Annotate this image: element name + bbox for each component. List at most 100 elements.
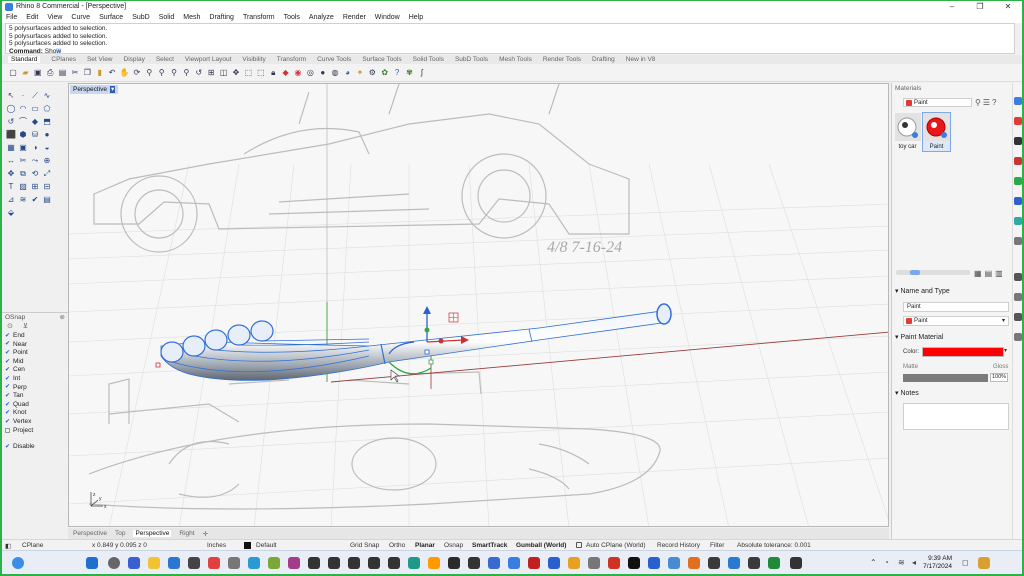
rectangle-icon[interactable]: ▭ (30, 104, 40, 114)
menu-mesh[interactable]: Mesh (183, 14, 200, 21)
copy-icon[interactable]: ❐ (82, 68, 92, 78)
join-icon[interactable]: ⊕ (42, 156, 52, 166)
search-icon[interactable]: ⚲ (975, 98, 983, 107)
script-icon[interactable]: ʃ (417, 68, 427, 78)
command-input-text[interactable]: Sho (45, 48, 57, 55)
thumbnail-size-slider[interactable] (896, 270, 970, 275)
copy-tool-icon[interactable]: ⧉ (18, 169, 28, 179)
materials-tab-icon[interactable] (1014, 117, 1022, 125)
properties-icon[interactable]: ▤ (42, 195, 52, 205)
tab-set-view[interactable]: Set View (87, 56, 113, 63)
viewport-title-tab[interactable]: Perspective ▾ (70, 85, 119, 94)
start-icon[interactable] (86, 557, 98, 569)
tab-standard[interactable]: Standard (8, 56, 41, 63)
display-tab-icon[interactable] (1014, 237, 1022, 245)
osnap-item-mid[interactable]: ✔ Mid (2, 358, 68, 367)
osnap-item-near[interactable]: ✔ Near (2, 341, 68, 350)
osnap-checkbox[interactable] (5, 428, 10, 434)
menu-help[interactable]: Help (409, 14, 423, 21)
help-icon[interactable]: ? (992, 98, 998, 107)
menu-analyze[interactable]: Analyze (309, 14, 334, 21)
save-icon[interactable]: ▣ (33, 68, 43, 78)
osnap-item-project[interactable]: Project (2, 427, 68, 436)
app-icon[interactable] (408, 557, 420, 569)
undo-icon[interactable]: ↶ (107, 68, 117, 78)
cplane-icon[interactable]: ◫ (219, 68, 229, 78)
app-icon[interactable] (608, 557, 620, 569)
tab-render-tools[interactable]: Render Tools (543, 56, 581, 63)
osnap-checkbox[interactable]: ✔ (5, 341, 10, 347)
notes-section[interactable]: ▾ Notes (895, 389, 919, 397)
material-type-select[interactable]: Paint ▾ (903, 316, 1009, 326)
osnap-item-tan[interactable]: ✔ Tan (2, 392, 68, 401)
select-points-icon[interactable]: ⬚ (256, 68, 266, 78)
maximize-button[interactable]: ❐ (966, 1, 994, 12)
rotate-view-icon[interactable]: ⟳ (132, 68, 142, 78)
osnap-checkbox[interactable]: ✔ (5, 359, 10, 365)
osnap-checkbox[interactable]: ✔ (5, 410, 10, 416)
lights-tab-icon[interactable] (1014, 197, 1022, 205)
fillet-curve-icon[interactable]: ⌒ (18, 117, 28, 127)
osnap-checkbox[interactable]: ✔ (5, 376, 10, 382)
tab-new-in-v8[interactable]: New in V8 (626, 56, 656, 63)
wireframe-icon[interactable]: ◎ (305, 68, 315, 78)
osnap-checkbox[interactable]: ✔ (5, 333, 10, 339)
named-cplanes-tab-icon[interactable] (1014, 333, 1022, 341)
osnap-checkbox[interactable]: ✔ (5, 350, 10, 356)
osnap-settings-icon[interactable]: ⊙ (7, 323, 13, 330)
viewport-canvas[interactable]: 4/8 7-16-24 z x y (69, 84, 889, 527)
options-icon[interactable]: ⚙ (367, 68, 377, 78)
material-search-field[interactable]: Paint (903, 98, 972, 107)
libraries-tab-icon[interactable] (1014, 217, 1022, 225)
tab-solid-tools[interactable]: Solid Tools (413, 56, 444, 63)
app-icon[interactable] (588, 557, 600, 569)
environment-tab-icon[interactable] (1014, 157, 1022, 165)
osnap-checkbox[interactable]: ✔ (5, 393, 10, 399)
paint-material-section[interactable]: ▾ Paint Material (895, 333, 943, 341)
media-icon[interactable] (208, 557, 220, 569)
lock-icon[interactable]: 🔒︎ (268, 68, 278, 78)
notes-field[interactable] (903, 403, 1009, 430)
group-icon[interactable]: ⊟ (42, 182, 52, 192)
material-name-field[interactable]: Paint (903, 302, 1009, 312)
menu-subd[interactable]: SubD (132, 14, 150, 21)
minimize-button[interactable]: – (938, 1, 966, 12)
fillet-edge-icon[interactable]: ◒ (42, 143, 52, 153)
layer-color-swatch[interactable] (244, 542, 251, 549)
wifi-icon[interactable]: ≋ (898, 558, 905, 567)
polygon-icon[interactable]: ⬠ (42, 104, 52, 114)
tab-display[interactable]: Display (124, 56, 145, 63)
zoom-extents-icon[interactable]: ⚲ (169, 68, 179, 78)
teams-icon[interactable] (128, 557, 140, 569)
planar-toggle[interactable]: Planar (415, 542, 435, 549)
menu-transform[interactable]: Transform (243, 14, 275, 21)
boolean-icon[interactable]: ◑ (30, 143, 40, 153)
osnap-checkbox[interactable]: ✔ (5, 384, 10, 390)
curve-icon[interactable]: ∿ (42, 91, 52, 101)
osnap-checkbox[interactable]: ✔ (5, 402, 10, 408)
command-autocomplete[interactable]: w (56, 47, 62, 55)
menu-solid[interactable]: Solid (159, 14, 175, 21)
check-icon[interactable]: ✔ (30, 195, 40, 205)
viewtab-perspective-active[interactable]: Perspective (133, 530, 172, 537)
auto-cplane-checkbox[interactable] (576, 542, 582, 548)
cplane-icon[interactable]: ◧ (5, 542, 11, 550)
add-viewport-icon[interactable]: ✛ (203, 530, 208, 538)
notification-bell-icon[interactable]: ◻ (962, 558, 969, 567)
dimension-icon[interactable]: ↔ (6, 156, 16, 166)
color-swatch[interactable] (922, 347, 1004, 357)
menu-file[interactable]: File (6, 14, 17, 21)
osnap-toggle[interactable]: Osnap (444, 542, 463, 549)
disable-checkbox[interactable]: ✔ (5, 444, 10, 450)
rhino-taskbar-icon[interactable] (348, 557, 360, 569)
rhino-taskbar-icon[interactable] (308, 557, 320, 569)
zoom-icon[interactable] (668, 557, 680, 569)
tab-drafting[interactable]: Drafting (592, 56, 615, 63)
perspective-viewport[interactable]: Perspective ▾ 4/8 7-16-24 z x y (68, 83, 889, 527)
menu-surface[interactable]: Surface (99, 14, 123, 21)
cylinder-icon[interactable]: ⛁ (30, 130, 40, 140)
weather-icon[interactable] (12, 557, 24, 569)
viewport-menu-icon[interactable]: ▾ (109, 86, 116, 93)
hatch-icon[interactable]: ▨ (18, 182, 28, 192)
rhino-taskbar-icon[interactable] (368, 557, 380, 569)
